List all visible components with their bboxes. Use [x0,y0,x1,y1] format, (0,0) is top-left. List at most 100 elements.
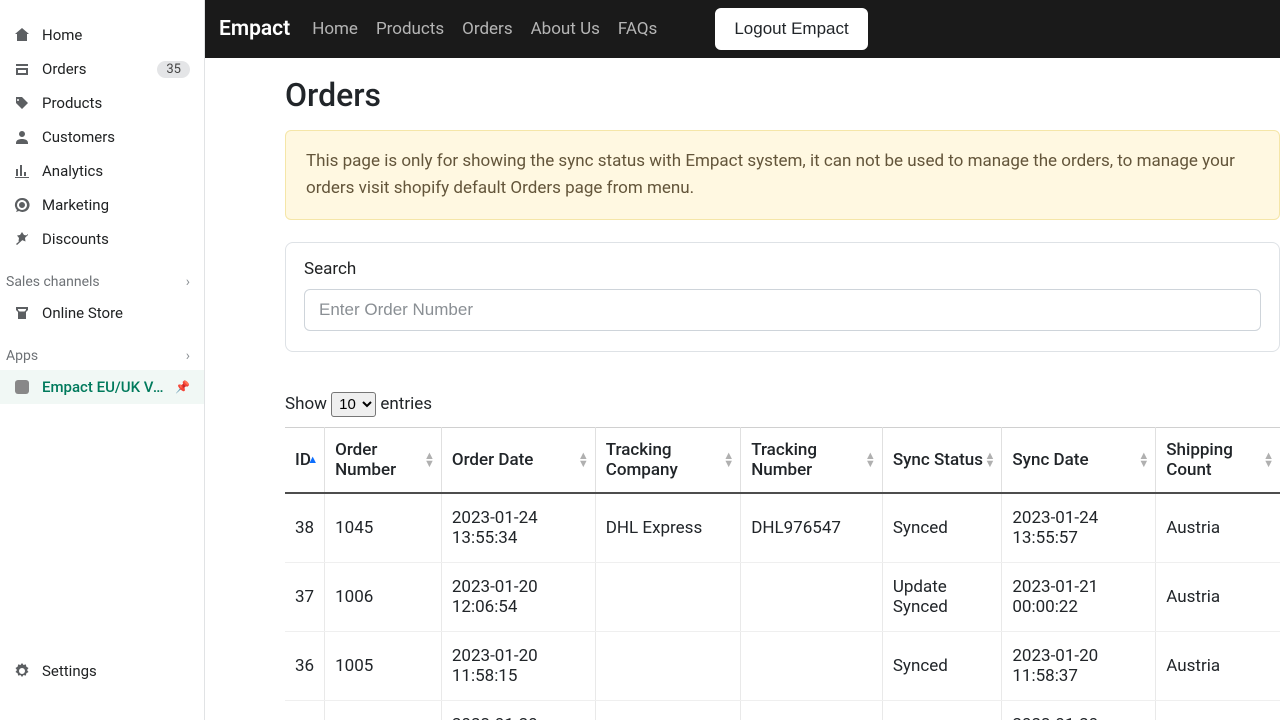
cell-id: 38 [285,493,325,563]
settings-label: Settings [42,662,97,680]
col-id[interactable]: ID▲ [285,428,325,494]
customers-icon [14,129,30,145]
sort-icon: ▲▼ [723,452,734,468]
cell-shippingCountry: Austria [1156,632,1280,701]
cell-syncStatus: Update Synced [882,563,1002,632]
sort-icon: ▲▼ [578,452,589,468]
cell-orderDate: 2023-01-20 12:06:54 [441,563,595,632]
apps-label: Apps [6,348,38,364]
gear-icon [14,663,30,679]
cell-trackingNumber [741,632,883,701]
cell-id: 36 [285,632,325,701]
table-row[interactable]: 3710062023-01-20 12:06:54Update Synced20… [285,563,1280,632]
cell-orderNumber: 1004 [325,701,442,720]
sidebar-item-online-store[interactable]: Online Store [0,296,204,330]
sort-icon: ▲▼ [424,452,435,468]
info-alert: This page is only for showing the sync s… [285,130,1280,220]
sidebar-item-empact-app[interactable]: Empact EU/UK VAT aut... 📌 [0,370,204,404]
analytics-icon [14,163,30,179]
col-tracking-company[interactable]: Tracking Company▲▼ [595,428,740,494]
search-card: Search [285,242,1280,352]
col-shipping-count[interactable]: Shipping Count▲▼ [1156,428,1280,494]
app-icon [14,379,30,395]
cell-shippingCountry: Austria [1156,563,1280,632]
cell-trackingCompany: DHL Express [595,493,740,563]
store-icon [14,305,30,321]
marketing-icon [14,197,30,213]
discounts-icon [14,231,30,247]
col-sync-date[interactable]: Sync Date▲▼ [1002,428,1156,494]
empact-app-label: Empact EU/UK VAT aut... [42,378,172,396]
cell-orderDate: 2023-01-24 13:55:34 [441,493,595,563]
cell-trackingCompany [595,563,740,632]
table-row[interactable]: 3610052023-01-20 11:58:15 Synced2023-01-2… [285,632,1280,701]
sort-icon: ▲▼ [984,452,995,468]
sidebar-item-label: Customers [42,128,115,146]
sort-icon: ▲▼ [865,452,876,468]
sort-icon: ▲▼ [1138,452,1149,468]
col-tracking-number[interactable]: Tracking Number▲▼ [741,428,883,494]
page-size-select[interactable]: 10 [331,392,376,417]
sidebar-item-label: Orders [42,60,87,78]
sort-icon: ▲▼ [1263,452,1274,468]
sidebar-item-home[interactable]: Home [0,18,204,52]
cell-trackingNumber: DHL976547 [741,493,883,563]
orders-icon [14,61,30,77]
sidebar-item-label: Analytics [42,162,103,180]
sidebar: Home Orders 35 Products Customers Analytics Ma… [0,0,205,720]
sidebar-item-products[interactable]: Products [0,86,204,120]
nav-link-about-us[interactable]: About Us [531,19,600,39]
cell-trackingNumber [741,563,883,632]
cell-syncStatus: Synced [882,701,1002,720]
page-title: Orders [285,76,1280,114]
nav-link-orders[interactable]: Orders [462,19,512,39]
pin-icon[interactable]: 📌 [175,380,190,394]
badge: 35 [157,61,190,78]
brand-name[interactable]: Empact [219,17,290,41]
cell-trackingCompany [595,701,740,720]
chevron-right-icon: › [186,274,190,290]
search-label: Search [304,259,1261,279]
chevron-right-icon: › [186,348,190,364]
nav-link-products[interactable]: Products [376,19,444,39]
search-input[interactable] [304,289,1261,331]
orders-table: ID▲Order Number▲▼Order Date▲▼Tracking Co… [285,427,1280,720]
topbar: Empact Home Products Orders About Us FAQs Lo… [205,0,1280,58]
cell-syncDate: 2023-01-20 11:58:37 [1002,632,1156,701]
sidebar-item-label: Marketing [42,196,109,214]
content: Orders This page is only for showing the… [205,58,1280,720]
sidebar-item-settings[interactable]: Settings [0,654,204,688]
cell-orderNumber: 1005 [325,632,442,701]
cell-syncDate: 2023-01-20 11:47:21 [1002,701,1156,720]
products-icon [14,95,30,111]
cell-syncDate: 2023-01-21 00:00:22 [1002,563,1156,632]
sidebar-item-orders[interactable]: Orders 35 [0,52,204,86]
sidebar-item-label: Products [42,94,102,112]
logout-button[interactable]: Logout Empact [715,8,867,50]
show-label: Show [285,394,327,414]
col-order-number[interactable]: Order Number▲▼ [325,428,442,494]
sidebar-item-marketing[interactable]: Marketing [0,188,204,222]
cell-orderDate: 2023-01-20 11:46:54 [441,701,595,720]
col-sync-status[interactable]: Sync Status▲▼ [882,428,1002,494]
table-row[interactable]: 3510042023-01-20 11:46:54 Synced2023-01-2… [285,701,1280,720]
cell-trackingNumber [741,701,883,720]
sidebar-section-sales-channels[interactable]: Sales channels › [0,256,204,296]
col-order-date[interactable]: Order Date▲▼ [441,428,595,494]
sidebar-item-discounts[interactable]: Discounts [0,222,204,256]
main-area: Empact Home Products Orders About Us FAQs Lo… [205,0,1280,720]
sidebar-item-customers[interactable]: Customers [0,120,204,154]
online-store-label: Online Store [42,304,123,322]
nav-link-home[interactable]: Home [312,19,358,39]
sidebar-item-label: Home [42,26,82,44]
cell-syncStatus: Synced [882,632,1002,701]
nav-link-faqs[interactable]: FAQs [618,19,657,39]
table-row[interactable]: 3810452023-01-24 13:55:34DHL ExpressDHL9… [285,493,1280,563]
cell-orderDate: 2023-01-20 11:58:15 [441,632,595,701]
cell-id: 35 [285,701,325,720]
sidebar-item-analytics[interactable]: Analytics [0,154,204,188]
sidebar-item-label: Discounts [42,230,109,248]
page-size-control: Show 10 entries [285,392,1280,417]
cell-orderNumber: 1006 [325,563,442,632]
sidebar-section-apps[interactable]: Apps › [0,330,204,370]
